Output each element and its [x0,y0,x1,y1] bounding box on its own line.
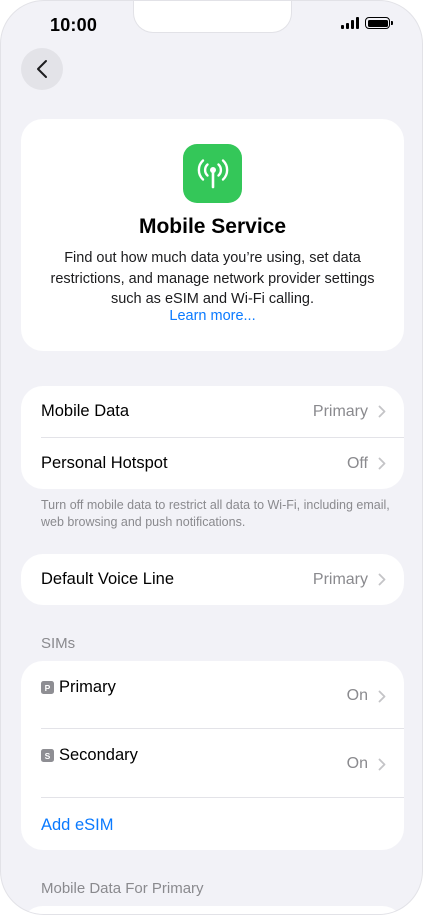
personal-hotspot-row[interactable]: Personal Hotspot Off [41,438,404,489]
sim-secondary-row[interactable]: S Secondary On [41,729,404,797]
row-label: Mobile Data [41,402,130,420]
signal-icon [341,17,359,29]
mobile-data-group: Mobile Data Primary Personal Hotspot Off [21,386,404,489]
row-value: Off [346,454,368,472]
default-voice-line-row[interactable]: Default Voice Line Primary [41,554,404,605]
phone-frame: 10:00 Mobile Service Find out how much d… [0,0,423,915]
sim-badge-icon: S [41,749,54,762]
chevron-right-icon [378,573,386,586]
sims-group: P Primary On S Secondary On Add eSIM [21,661,404,850]
chevron-right-icon [378,405,386,418]
antenna-icon [183,144,242,203]
sims-section-header: SIMs [41,635,76,652]
back-button[interactable] [21,48,63,90]
sim-status: On [346,687,368,704]
row-value: Primary [312,570,368,588]
add-esim-button[interactable]: Add eSIM [41,816,113,835]
chevron-right-icon [378,457,386,470]
sim-badge-icon: P [41,681,54,694]
mobile-data-primary-group [21,906,404,914]
chevron-left-icon [37,60,47,78]
status-time: 10:00 [50,15,98,35]
chevron-right-icon [378,758,386,770]
row-value: Primary [312,402,368,420]
hero-description: Find out how much data you’re using, set… [50,250,375,307]
sim-primary-row[interactable]: P Primary On [41,661,404,728]
status-indicators [341,17,393,29]
mobile-data-primary-header: Mobile Data For Primary [41,880,204,897]
battery-icon [365,17,393,29]
row-label: Default Voice Line [41,570,175,588]
sim-label: Primary [59,678,116,696]
learn-more-link[interactable]: Learn more... [21,308,404,324]
hero-card: Mobile Service Find out how much data yo… [21,119,404,351]
notch [133,1,292,33]
mobile-data-row[interactable]: Mobile Data Primary [41,386,404,437]
sim-label: Secondary [59,746,138,764]
mobile-data-footnote: Turn off mobile data to restrict all dat… [41,498,390,529]
voice-line-group: Default Voice Line Primary [21,554,404,605]
divider [41,797,404,798]
page-title: Mobile Service [138,215,287,238]
sim-status: On [346,755,368,772]
chevron-right-icon [378,690,386,702]
row-label: Personal Hotspot [41,454,168,472]
